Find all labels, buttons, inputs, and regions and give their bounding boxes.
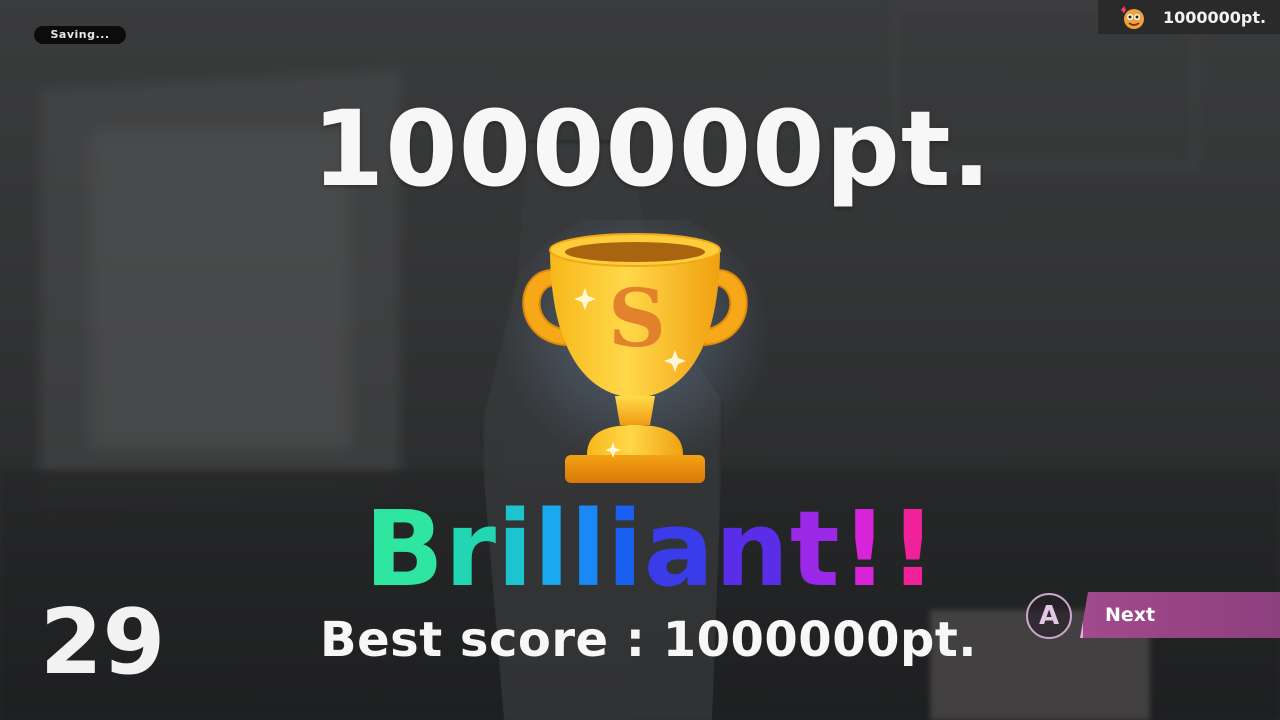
rank-letter: ! [840,488,890,610]
rank-letter: r [444,488,498,610]
countdown-counter: 29 [40,590,166,695]
face-icon [1121,6,1144,29]
a-button-icon[interactable]: A [1026,593,1072,639]
rank-letter: l [570,488,608,610]
rank-letter: a [643,488,715,610]
rank-message: Brilliant!! [0,488,1280,610]
best-score: Best score : 1000000pt. [320,612,978,668]
rank-letter: l [533,488,571,610]
rank-letter: B [364,488,445,610]
rank-letter: i [607,488,644,610]
result-screen: Saving... 1000000pt. 1000000pt. S Brilli… [0,0,1280,720]
next-button[interactable]: Next [1080,592,1280,638]
rank-letter: ! [889,488,938,610]
main-score: 1000000pt. [311,88,993,210]
rank-letter: i [497,488,534,610]
rank-letter: t [789,488,841,610]
top-score-value: 1000000pt. [1163,8,1267,27]
next-button-label: Next [1105,604,1156,626]
svg-text:S: S [608,271,666,365]
rank-letter: n [714,488,790,610]
saving-indicator: Saving... [34,26,126,44]
trophy-icon: S [500,220,770,483]
